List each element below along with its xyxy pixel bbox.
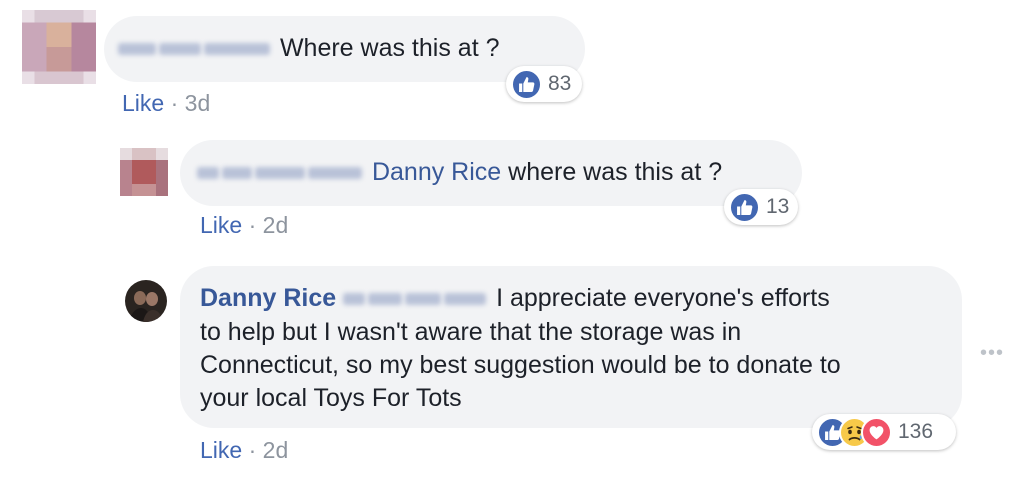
comment-actions: Like · 3d (122, 89, 210, 117)
love-icon (861, 416, 892, 448)
commenter-name[interactable]: Danny Rice (200, 284, 336, 312)
separator: · (248, 437, 257, 463)
commenter-avatar[interactable] (125, 280, 167, 322)
reaction-summary[interactable]: 136 (812, 414, 956, 450)
comment-text: where was this at ? (508, 158, 723, 186)
comment-text-line: your local Toys For Tots (200, 384, 462, 412)
comment-text-line: to help but I wasn't aware that the stor… (200, 318, 742, 346)
separator: · (248, 212, 257, 238)
separator: · (170, 90, 179, 116)
commenter-name-redacted[interactable] (118, 34, 280, 62)
comment-bubble: Danny Rice where was this at ? (180, 140, 802, 206)
mention-redacted[interactable] (343, 284, 496, 312)
mention-link[interactable]: Danny Rice (372, 158, 501, 186)
commenter-avatar[interactable] (120, 148, 168, 196)
commenter-name-redacted[interactable] (197, 158, 372, 186)
reaction-count: 136 (898, 420, 934, 443)
comment-text-line: Connecticut, so my best suggestion would… (200, 351, 841, 379)
comment-text: Where was this at ? (279, 34, 500, 62)
comment-actions: Like · 2d (200, 436, 288, 464)
like-link[interactable]: Like (200, 212, 242, 238)
comment-actions: Like · 2d (200, 211, 288, 239)
comment-bubble: Danny Rice I appreciate everyone's effor… (180, 266, 962, 428)
reaction-summary[interactable]: 83 (506, 66, 582, 102)
like-link[interactable]: Like (122, 90, 164, 116)
reaction-count: 13 (766, 195, 790, 218)
commenter-avatar[interactable] (22, 10, 96, 84)
comment-text-line: I appreciate everyone's efforts (496, 284, 830, 312)
more-options-icon[interactable]: ••• (980, 342, 1004, 365)
timestamp[interactable]: 2d (263, 212, 289, 238)
like-icon (511, 68, 542, 100)
like-link[interactable]: Like (200, 437, 242, 463)
reaction-count: 83 (548, 72, 572, 95)
like-icon (729, 191, 760, 223)
timestamp[interactable]: 3d (185, 90, 211, 116)
reaction-summary[interactable]: 13 (724, 189, 798, 225)
timestamp[interactable]: 2d (263, 437, 289, 463)
